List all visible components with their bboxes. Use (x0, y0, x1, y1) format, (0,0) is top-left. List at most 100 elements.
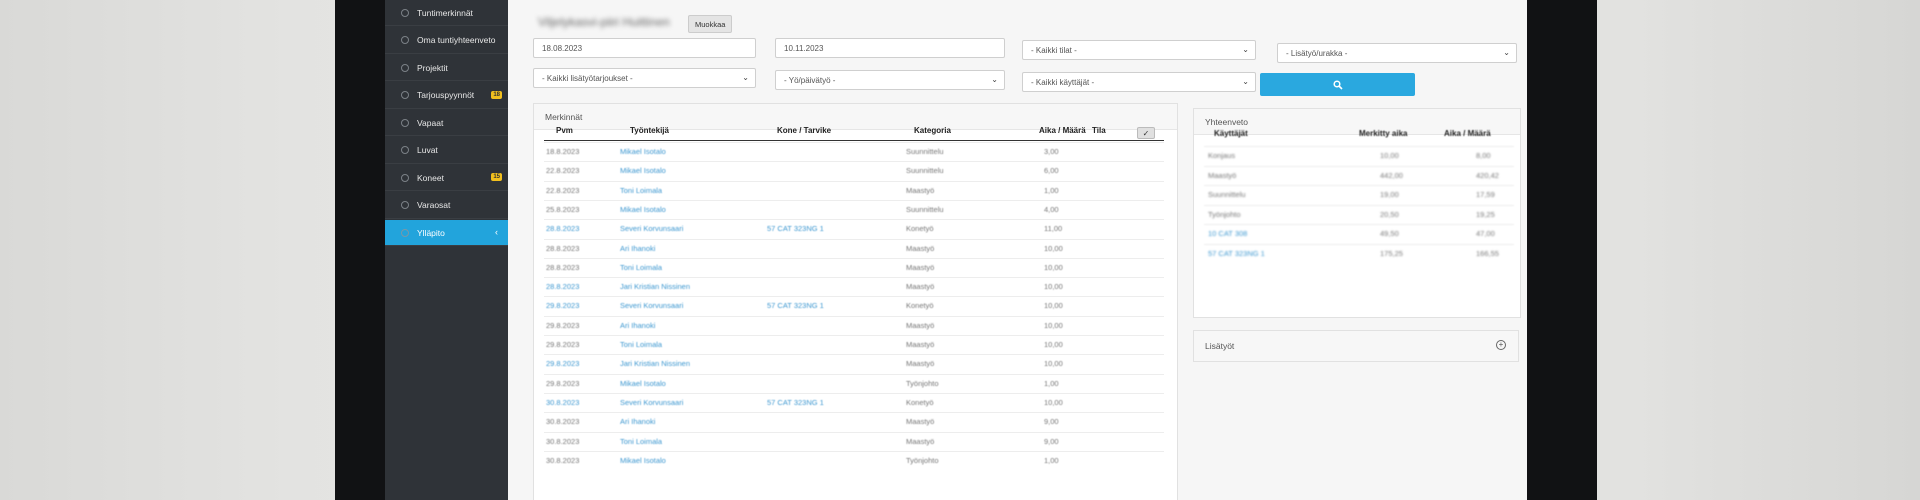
sidebar-item[interactable]: Luvat (385, 138, 508, 164)
status-select[interactable]: - Kaikki tilat - ⌄ (1022, 40, 1256, 60)
row-worker-link[interactable]: Toni Loimala (620, 186, 662, 195)
row-date: 18.8.2023 (546, 147, 580, 156)
sidebar-item-label: Ylläpito (417, 227, 445, 238)
table-row[interactable]: 22.8.2023 Mikael Isotalo Suunnittelu 6,00 (544, 161, 1164, 180)
table-row[interactable]: 29.8.2023 Jari Kristian Nissinen Maastyö 10… (544, 354, 1164, 373)
row-worker-link[interactable]: Severi Korvunsaari (620, 398, 683, 407)
rocket-icon (401, 63, 409, 72)
date-from-field[interactable]: 18.08.2023 (533, 38, 756, 58)
calendar-icon (401, 118, 409, 127)
key-icon (401, 228, 409, 237)
row-worker-link[interactable]: Toni Loimala (620, 340, 662, 349)
plus-circle-icon[interactable]: + (1496, 340, 1506, 350)
row-category: Maastyö (906, 417, 935, 427)
row-date: 29.8.2023 (546, 378, 580, 388)
summary-name: Maastyö (1208, 170, 1237, 180)
row-worker-link[interactable]: Toni Loimala (620, 437, 662, 446)
sidebar-item[interactable]: Oma tuntiyhteenveto (385, 28, 508, 54)
summary-amount: 19,25 (1476, 209, 1495, 219)
row-worker-link[interactable]: Severi Korvunsaari (620, 301, 683, 310)
row-machine-link[interactable]: 57 CAT 323NG 1 (767, 398, 824, 407)
row-date: 30.8.2023 (546, 455, 580, 465)
row-worker-link[interactable]: Severi Korvunsaari (620, 224, 683, 233)
table-row[interactable]: 30.8.2023 Toni Loimala Maastyö 9,00 (544, 431, 1164, 451)
table-row[interactable]: 28.8.2023 Jari Kristian Nissinen Maastyö 10… (544, 277, 1164, 296)
row-worker-link[interactable]: Jari Kristian Nissinen (620, 359, 690, 368)
table-row[interactable]: 28.8.2023 Ari Ihanoki Maastyö 10,00 (544, 238, 1164, 258)
row-worker-link[interactable]: Ari Ihanoki (620, 321, 655, 330)
table-row[interactable]: 29.8.2023 Mikael Isotalo Työnjohto 1,00 (544, 373, 1164, 393)
date-to-field[interactable]: 10.11.2023 (775, 38, 1005, 58)
table-row[interactable]: 28.8.2023 Toni Loimala Maastyö 10,00 (544, 257, 1164, 277)
row-amount: 10,00 (1044, 282, 1063, 292)
clock-icon (401, 8, 409, 17)
search-button[interactable] (1260, 73, 1415, 96)
sidebar-item-label: Koneet (417, 172, 444, 183)
row-worker-link[interactable]: Ari Ihanoki (620, 244, 655, 253)
gear-icon (401, 201, 409, 209)
row-category: Maastyö (906, 185, 935, 195)
row-date: 30.8.2023 (546, 436, 580, 446)
row-worker-link[interactable]: Mikael Isotalo (620, 166, 666, 175)
sidebar-item[interactable]: Ylläpito ‹ (385, 220, 508, 246)
row-amount: 10,00 (1044, 301, 1063, 311)
sidebar-item[interactable]: Tuntimerkinnät (385, 0, 508, 26)
extra-work-select[interactable]: - Lisätyö/urakka - ⌄ (1277, 43, 1517, 63)
row-worker-link[interactable]: Jari Kristian Nissinen (620, 282, 690, 291)
extra-offers-select[interactable]: - Kaikki lisätyötarjoukset - ⌄ (533, 68, 756, 88)
chevron-down-icon: ⌄ (742, 73, 749, 82)
summary-name: Työnjohto (1208, 209, 1241, 219)
row-worker-link[interactable]: Toni Loimala (620, 263, 662, 272)
day-night-select[interactable]: - Yö/päivätyö - ⌄ (775, 70, 1005, 90)
row-amount: 1,00 (1044, 185, 1059, 195)
row-category: Maastyö (906, 243, 935, 253)
summary-row: Konjaus 10,00 8,00 (1204, 146, 1514, 166)
table-row[interactable]: 30.8.2023 Severi Korvunsaari 57 CAT 323NG … (544, 392, 1164, 412)
row-amount: 10,00 (1044, 359, 1063, 369)
row-worker-link[interactable]: Mikael Isotalo (620, 205, 666, 214)
table-row[interactable]: 30.8.2023 Ari Ihanoki Maastyö 9,00 (544, 412, 1164, 431)
row-worker-link[interactable]: Mikael Isotalo (620, 456, 666, 465)
summary-amount: 47,00 (1476, 229, 1495, 238)
table-row[interactable]: 29.8.2023 Toni Loimala Maastyö 10,00 (544, 335, 1164, 354)
chevron-down-icon: ⌄ (991, 75, 998, 84)
row-amount: 4,00 (1044, 204, 1059, 214)
chevron-down-icon: ⌄ (1503, 48, 1510, 57)
chevron-down-icon: ⌄ (1242, 77, 1249, 86)
extras-panel[interactable]: Lisätyöt + (1193, 330, 1519, 362)
row-machine-link[interactable]: 57 CAT 323NG 1 (767, 224, 824, 233)
table-row[interactable]: 22.8.2023 Toni Loimala Maastyö 1,00 (544, 180, 1164, 200)
row-amount: 11,00 (1044, 224, 1063, 234)
row-worker-link[interactable]: Mikael Isotalo (620, 379, 666, 388)
summary-machine-link[interactable]: 57 CAT 323NG 1 (1208, 249, 1265, 258)
row-worker-link[interactable]: Ari Ihanoki (620, 417, 655, 426)
row-worker-link[interactable]: Mikael Isotalo (620, 147, 666, 156)
row-machine-link[interactable]: 57 CAT 323NG 1 (767, 301, 824, 310)
sidebar-item[interactable]: Tarjouspyynnöt 18 (385, 83, 508, 109)
sidebar: Tuntimerkinnät Oma tuntiyhteenveto Projekt… (385, 0, 508, 500)
users-select[interactable]: - Kaikki käyttäjät - ⌄ (1022, 72, 1256, 92)
wrench-icon (401, 173, 409, 182)
sidebar-item[interactable]: Projektit (385, 55, 508, 81)
table-row[interactable]: 29.8.2023 Ari Ihanoki Maastyö 10,00 (544, 315, 1164, 335)
sidebar-item[interactable]: Vapaat (385, 110, 508, 136)
table-row[interactable]: 28.8.2023 Severi Korvunsaari 57 CAT 323NG … (544, 219, 1164, 238)
date-to-value: 10.11.2023 (784, 43, 824, 53)
summary-machine-link[interactable]: 10 CAT 308 (1208, 229, 1247, 238)
edit-button[interactable]: Muokkaa (688, 15, 733, 33)
summary-name: Konjaus (1208, 151, 1236, 160)
table-row[interactable]: 30.8.2023 Mikael Isotalo Työnjohto 1,00 (544, 450, 1164, 470)
select-all-checkbox[interactable]: ✓ (1137, 127, 1155, 139)
row-amount: 1,00 (1044, 455, 1059, 465)
table-row[interactable]: 18.8.2023 Mikael Isotalo Suunnittelu 3,00 (544, 142, 1164, 161)
users-select-value: - Kaikki käyttäjät - (1031, 77, 1095, 87)
clock-icon (401, 36, 409, 44)
table-row[interactable]: 29.8.2023 Severi Korvunsaari 57 CAT 323NG … (544, 296, 1164, 315)
sidebar-item[interactable]: Varaosat (385, 193, 508, 219)
sidebar-item-label: Varaosat (417, 200, 451, 210)
table-row[interactable]: 25.8.2023 Mikael Isotalo Suunnittelu 4,00 (544, 199, 1164, 219)
day-night-select-value: - Yö/päivätyö - (784, 75, 836, 85)
sidebar-item[interactable]: Koneet 15 (385, 165, 508, 191)
row-date: 28.8.2023 (546, 224, 580, 234)
row-category: Suunnittelu (906, 204, 944, 214)
